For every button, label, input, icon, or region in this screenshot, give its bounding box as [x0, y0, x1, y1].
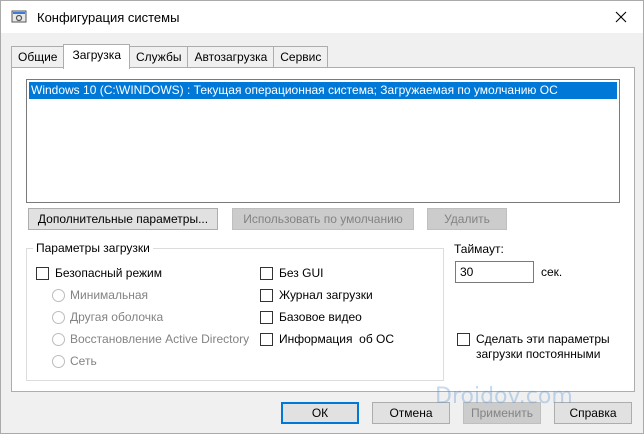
- os-list[interactable]: Windows 10 (C:\WINDOWS) : Текущая операц…: [26, 79, 620, 203]
- tab-tools[interactable]: Сервис: [273, 46, 329, 68]
- close-button[interactable]: [599, 1, 643, 32]
- radio-dot[interactable]: [52, 332, 65, 346]
- safe-mode-alternate-shell-label: Другая оболочка: [70, 310, 164, 324]
- checkbox-box[interactable]: [36, 266, 49, 280]
- tab-startup[interactable]: Автозагрузка: [187, 46, 275, 68]
- no-gui-checkbox[interactable]: Без GUI: [260, 266, 323, 280]
- safe-mode-ad-repair-radio[interactable]: Восстановление Active Directory: [52, 332, 249, 346]
- make-permanent-checkbox[interactable]: Сделать эти параметры загрузки постоянны…: [457, 332, 610, 362]
- tab-services[interactable]: Службы: [129, 46, 189, 68]
- watermark: Droidov.com: [435, 384, 573, 409]
- safe-mode-minimal-radio[interactable]: Минимальная: [52, 288, 148, 302]
- title-bar: Конфигурация системы: [1, 1, 643, 33]
- os-boot-info-label: Информация об ОС: [279, 332, 395, 346]
- safe-mode-minimal-label: Минимальная: [70, 288, 149, 302]
- system-configuration-window: Конфигурация системы Общие Загрузка Служ…: [0, 0, 644, 434]
- boot-options-label: Параметры загрузки: [36, 241, 150, 255]
- no-gui-label: Без GUI: [279, 266, 324, 280]
- checkbox-box[interactable]: [260, 332, 273, 346]
- boot-log-checkbox[interactable]: Журнал загрузки: [260, 288, 373, 302]
- safe-mode-ad-repair-label: Восстановление Active Directory: [70, 332, 250, 346]
- checkbox-box[interactable]: [260, 288, 273, 302]
- base-video-checkbox[interactable]: Базовое видео: [260, 310, 362, 324]
- window-title: Конфигурация системы: [37, 10, 180, 25]
- timeout-unit: сек.: [541, 265, 563, 279]
- safe-boot-checkbox[interactable]: Безопасный режим: [36, 266, 162, 280]
- advanced-options-button[interactable]: Дополнительные параметры...: [28, 208, 218, 230]
- radio-dot[interactable]: [52, 310, 65, 324]
- base-video-label: Базовое видео: [279, 310, 362, 324]
- os-list-item[interactable]: Windows 10 (C:\WINDOWS) : Текущая операц…: [29, 82, 617, 99]
- ok-button[interactable]: ОК: [281, 402, 359, 424]
- make-permanent-label-line2: загрузки постоянными: [476, 347, 601, 361]
- timeout-label: Таймаут:: [454, 242, 504, 256]
- checkbox-box[interactable]: [457, 333, 470, 346]
- delete-button[interactable]: Удалить: [427, 208, 507, 230]
- close-icon: [615, 11, 627, 22]
- radio-dot[interactable]: [52, 354, 65, 368]
- safe-boot-label: Безопасный режим: [55, 266, 162, 280]
- checkbox-box[interactable]: [260, 310, 273, 324]
- checkbox-box[interactable]: [260, 266, 273, 280]
- set-default-button[interactable]: Использовать по умолчанию: [232, 208, 414, 230]
- boot-log-label: Журнал загрузки: [279, 288, 373, 302]
- timeout-input[interactable]: 30: [455, 261, 534, 283]
- safe-mode-network-label: Сеть: [70, 354, 97, 368]
- os-boot-info-checkbox[interactable]: Информация об ОС: [260, 332, 394, 346]
- make-permanent-label-line1: Сделать эти параметры: [476, 332, 610, 346]
- tab-boot[interactable]: Загрузка: [63, 44, 130, 69]
- radio-dot[interactable]: [52, 288, 65, 302]
- tab-strip: Общие Загрузка Службы Автозагрузка Серви…: [11, 44, 329, 69]
- make-permanent-label: Сделать эти параметры загрузки постоянны…: [476, 332, 610, 362]
- safe-mode-alternate-shell-radio[interactable]: Другая оболочка: [52, 310, 163, 324]
- tab-general[interactable]: Общие: [11, 46, 65, 68]
- msconfig-icon: [11, 9, 27, 25]
- safe-mode-network-radio[interactable]: Сеть: [52, 354, 97, 368]
